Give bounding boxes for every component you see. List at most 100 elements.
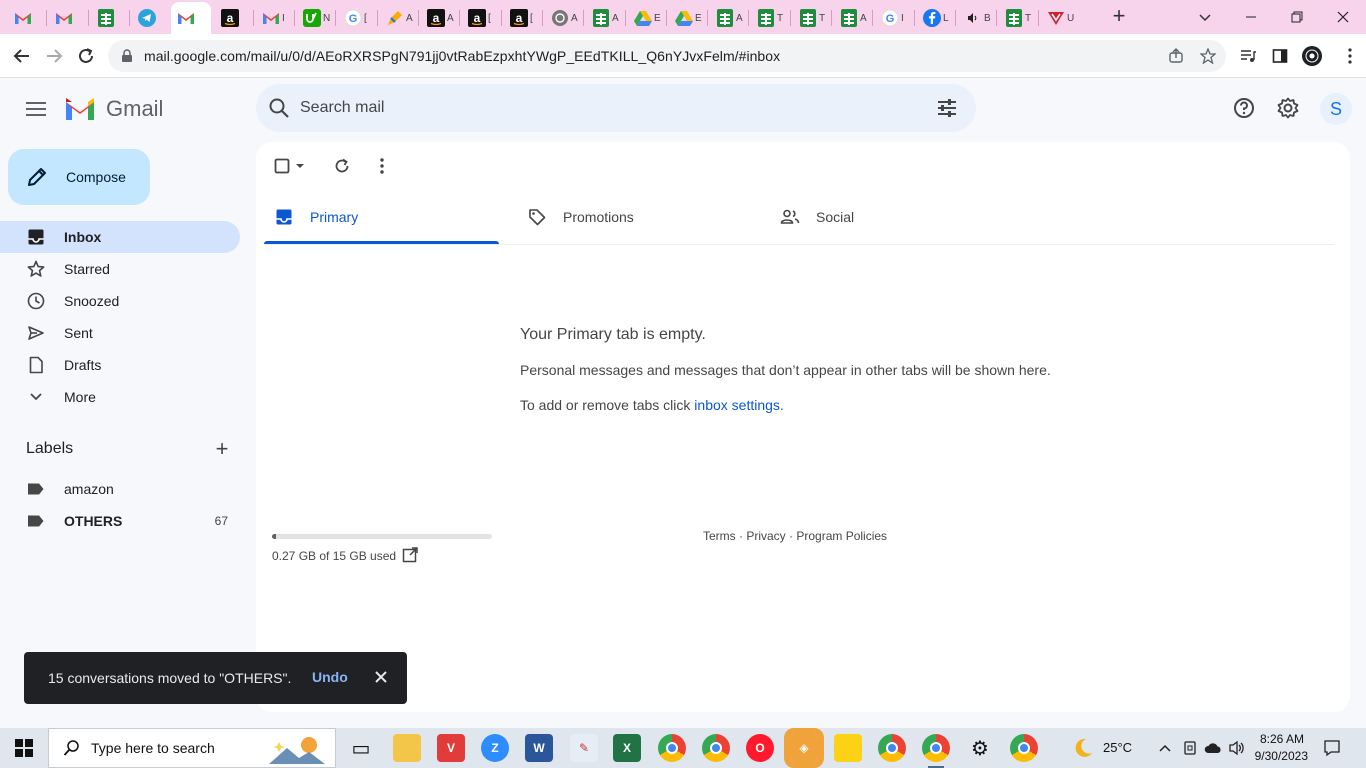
start-button[interactable] (0, 728, 48, 768)
bookmark-button[interactable] (1198, 46, 1218, 66)
terms-link[interactable]: Terms (703, 529, 736, 543)
browser-tab[interactable] (91, 4, 131, 32)
gmail-logo-icon[interactable] (64, 96, 96, 122)
site-info-icon[interactable] (120, 49, 134, 63)
browser-tab[interactable]: A (380, 4, 420, 32)
chrome-icon[interactable] (658, 734, 686, 762)
browser-tab[interactable]: E (628, 4, 668, 32)
refresh-button[interactable] (332, 156, 352, 176)
account-avatar[interactable]: S (1320, 93, 1352, 125)
chrome-active-icon[interactable] (922, 734, 950, 768)
browser-tab[interactable] (8, 4, 48, 32)
settings-button[interactable] (1276, 96, 1300, 120)
browser-tab[interactable]: T (999, 4, 1039, 32)
search-input[interactable] (300, 84, 900, 132)
browser-tab[interactable]: I (256, 4, 296, 32)
chrome-profile-icon[interactable] (878, 734, 906, 762)
media-control-button[interactable] (1236, 44, 1260, 68)
create-label-button[interactable]: + (212, 438, 232, 460)
share-button[interactable] (1166, 46, 1186, 66)
file-explorer-icon[interactable] (393, 734, 421, 762)
undo-button[interactable]: Undo (312, 669, 348, 685)
task-view-icon[interactable]: ▭ (347, 734, 375, 762)
nav-item-sent[interactable]: Sent (0, 317, 240, 349)
browser-tab[interactable]: A (545, 4, 585, 32)
volume-icon[interactable] (1227, 738, 1247, 758)
tab-social[interactable]: Social (762, 190, 998, 244)
forward-button[interactable] (42, 44, 66, 68)
browser-tab[interactable]: a[ (462, 4, 502, 32)
restore-button[interactable] (1274, 4, 1320, 30)
clock-time[interactable]: 8:26 AM (1258, 732, 1304, 746)
minimize-button[interactable] (1228, 4, 1274, 30)
taskbar-search-box[interactable]: Type here to search (48, 728, 336, 768)
reload-button[interactable] (74, 44, 98, 68)
nav-item-snoozed[interactable]: Snoozed (0, 285, 240, 317)
opera-icon[interactable]: O (746, 734, 774, 762)
browser-tab[interactable]: T (751, 4, 791, 32)
chrome-profile-icon[interactable] (1010, 734, 1038, 762)
side-panel-button[interactable] (1268, 44, 1292, 68)
device-icon[interactable] (1180, 738, 1200, 758)
more-actions-button[interactable] (372, 156, 392, 176)
tab-primary[interactable]: Primary (256, 190, 492, 244)
weather-temperature[interactable]: 25°C (1103, 740, 1132, 755)
browser-tab[interactable]: aA (421, 4, 461, 32)
onedrive-icon[interactable] (1203, 738, 1223, 758)
tab-search-button[interactable] (1182, 4, 1228, 30)
browser-tab[interactable] (49, 4, 89, 32)
browser-tab[interactable]: B (958, 4, 998, 32)
paint-icon[interactable]: ✎ (570, 734, 598, 762)
browser-tab[interactable]: L (917, 4, 957, 32)
nav-item-starred[interactable]: Starred (0, 253, 240, 285)
word-icon[interactable]: W (525, 734, 553, 762)
search-icon[interactable] (268, 97, 290, 119)
browser-tab[interactable]: N (297, 4, 337, 32)
browser-menu-button[interactable] (1340, 44, 1360, 68)
browser-tab[interactable]: A (710, 4, 750, 32)
browser-tab[interactable]: GI (875, 4, 915, 32)
brave-icon[interactable]: ◈ (784, 728, 824, 768)
new-tab-button[interactable]: + (1108, 5, 1130, 28)
nav-item-drafts[interactable]: Drafts (0, 349, 240, 381)
excel-icon[interactable]: X (613, 734, 641, 762)
select-all-checkbox[interactable] (272, 156, 292, 176)
browser-tab[interactable]: T (793, 4, 833, 32)
browser-tab[interactable] (171, 2, 211, 34)
zoom-icon[interactable]: Z (481, 734, 509, 762)
notifications-button[interactable] (1322, 738, 1342, 758)
inbox-settings-link[interactable]: inbox settings (694, 397, 780, 413)
chrome-profile-icon[interactable] (702, 734, 730, 762)
chevron-up-icon[interactable] (1155, 738, 1175, 758)
label-item-amazon[interactable]: amazon (0, 473, 240, 505)
back-button[interactable] (10, 44, 34, 68)
address-bar[interactable]: mail.google.com/mail/u/0/d/AEoRXRSPgN791… (108, 40, 1226, 72)
compose-button[interactable]: Compose (8, 149, 150, 205)
tab-promotions[interactable]: Promotions (509, 190, 745, 244)
browser-tab[interactable]: A (586, 4, 626, 32)
browser-tab[interactable]: A (834, 4, 874, 32)
browser-tab[interactable]: U (1041, 4, 1081, 32)
browser-tab[interactable]: a (215, 4, 255, 32)
privacy-link[interactable]: Privacy (746, 529, 785, 543)
nav-item-inbox[interactable]: Inbox (0, 221, 240, 253)
search-options-icon[interactable] (936, 97, 958, 119)
browser-tab[interactable]: a[ (504, 4, 544, 32)
label-item-others[interactable]: OTHERS 67 (0, 505, 240, 537)
browser-tab[interactable]: E (669, 4, 709, 32)
program-policies-link[interactable]: Program Policies (796, 529, 887, 543)
weather-moon-icon[interactable] (1070, 738, 1096, 758)
browser-tab[interactable] (132, 4, 172, 32)
clock-date[interactable]: 9/30/2023 (1252, 749, 1308, 763)
close-icon[interactable] (372, 668, 390, 686)
settings-gear-icon[interactable]: ⚙ (966, 734, 994, 762)
close-window-button[interactable] (1320, 4, 1366, 30)
select-menu-button[interactable] (292, 156, 308, 176)
browser-tab[interactable]: G[ (338, 4, 378, 32)
main-menu-button[interactable] (22, 95, 50, 123)
support-button[interactable] (1232, 96, 1256, 120)
sticky-notes-icon[interactable] (834, 734, 862, 762)
nav-item-more[interactable]: More (0, 381, 240, 413)
vs-app-icon[interactable]: V (437, 734, 465, 762)
profile-button[interactable] (1300, 44, 1324, 68)
